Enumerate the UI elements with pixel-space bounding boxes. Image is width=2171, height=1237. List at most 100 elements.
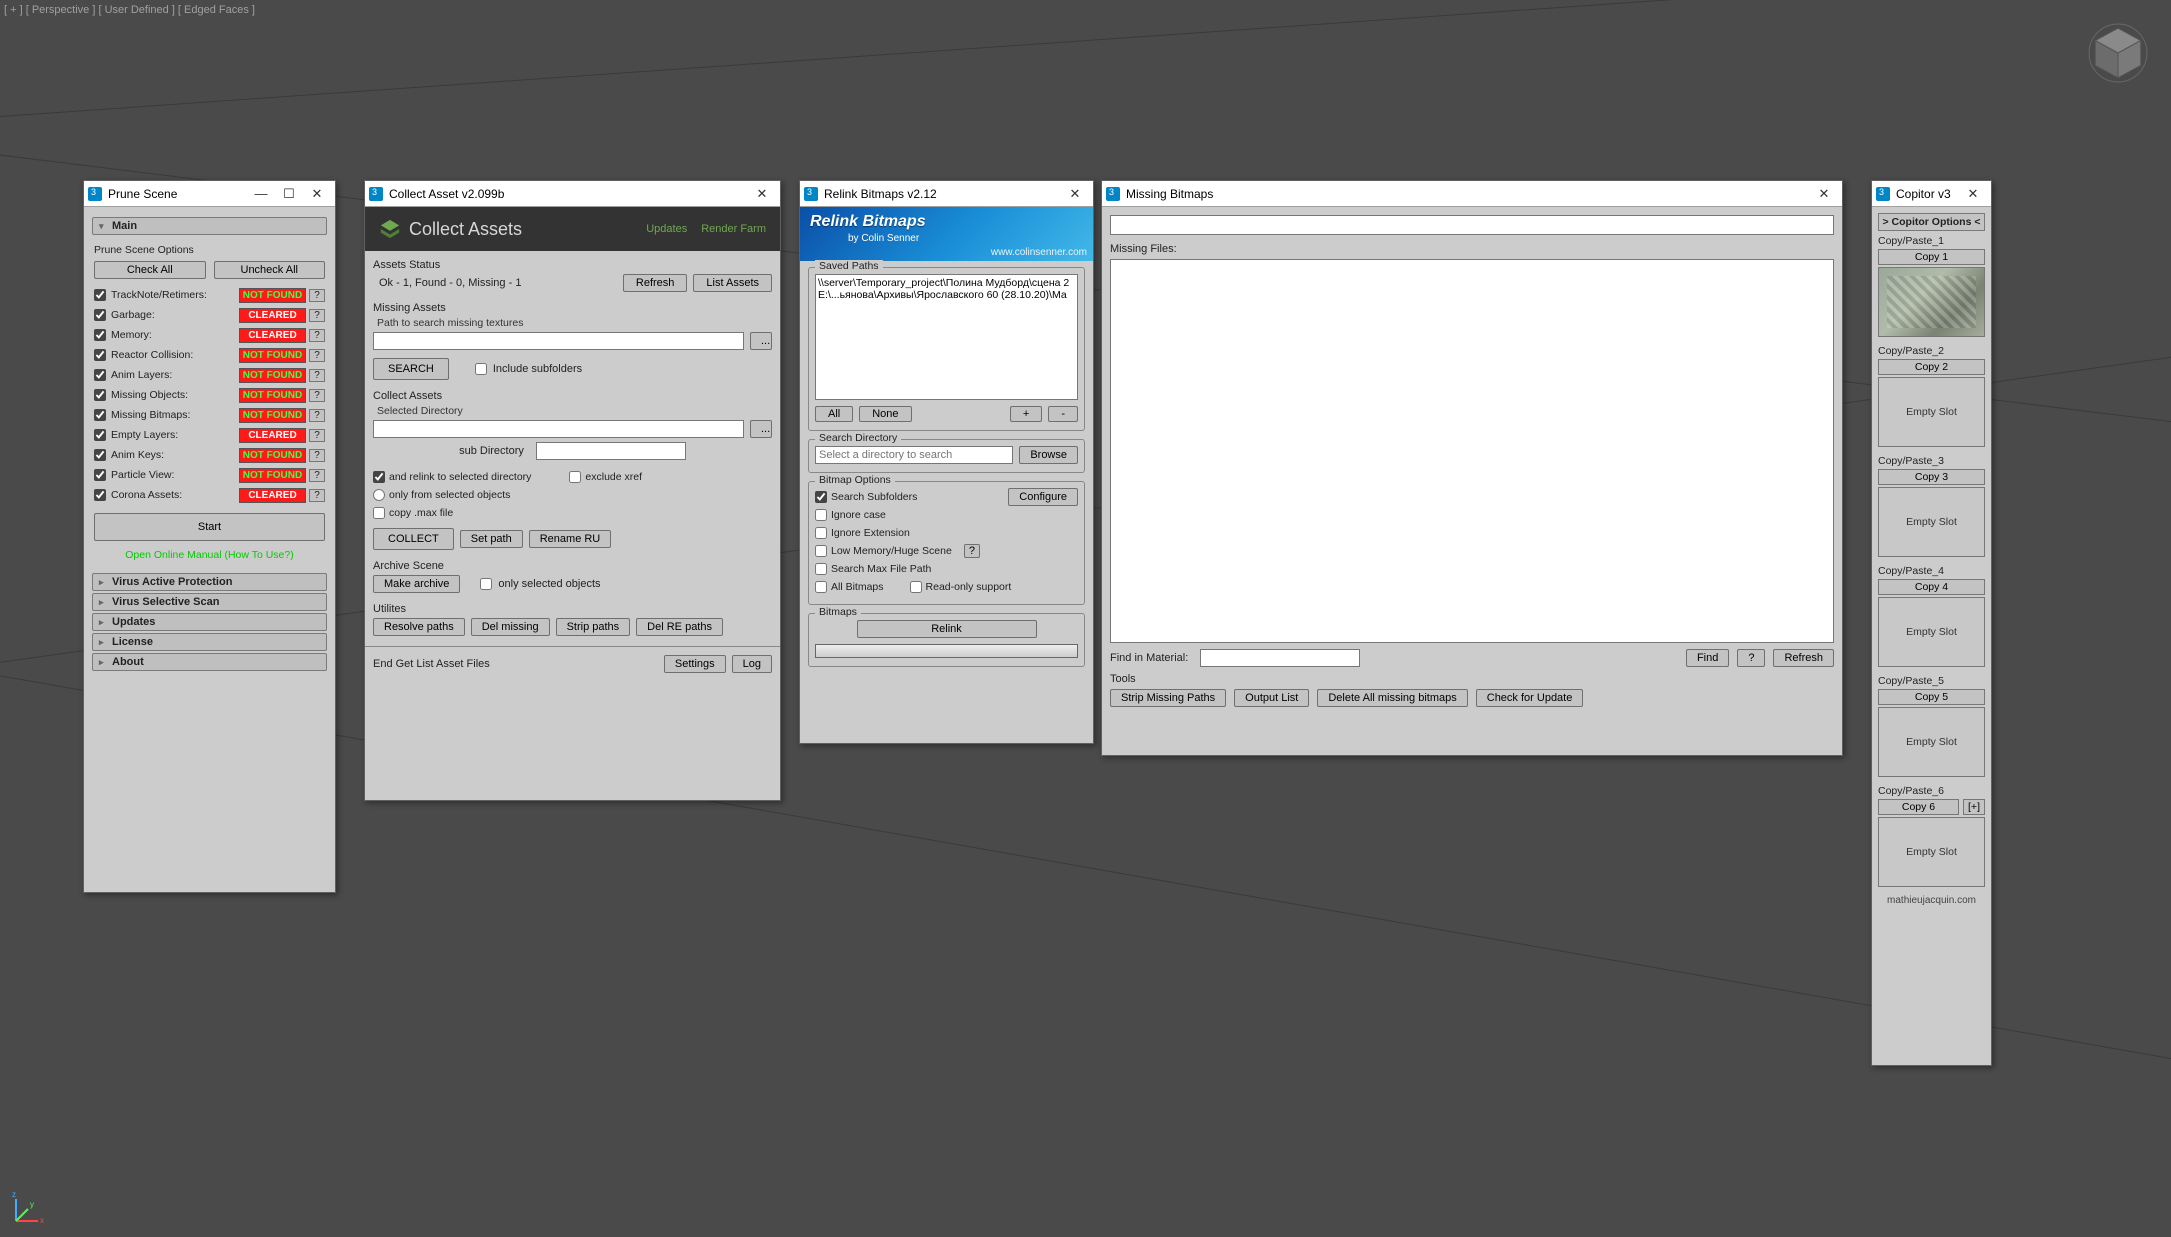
rollout-virus-selective[interactable]: ▸Virus Selective Scan bbox=[92, 593, 327, 611]
rollout-updates[interactable]: ▸Updates bbox=[92, 613, 327, 631]
help-button[interactable]: ? bbox=[964, 544, 980, 558]
start-button[interactable]: Start bbox=[94, 513, 325, 541]
option-checkbox[interactable] bbox=[94, 289, 106, 301]
output-list-button[interactable]: Output List bbox=[1234, 689, 1309, 707]
copy-max-checkbox[interactable] bbox=[373, 507, 385, 519]
copy-button[interactable]: Copy 2 bbox=[1878, 359, 1985, 375]
slot-thumbnail[interactable]: Empty Slot bbox=[1878, 817, 1985, 887]
collect-button[interactable]: COLLECT bbox=[373, 528, 454, 550]
list-item[interactable]: E:\...ьянова\Архивы\Ярославского 60 (28.… bbox=[818, 289, 1075, 301]
rollout-about[interactable]: ▸About bbox=[92, 653, 327, 671]
help-button[interactable]: ? bbox=[309, 309, 325, 322]
close-button[interactable]: ✕ bbox=[1061, 183, 1089, 205]
search-dir-input[interactable] bbox=[815, 446, 1013, 464]
viewcube-icon[interactable] bbox=[2087, 22, 2149, 84]
check-update-button[interactable]: Check for Update bbox=[1476, 689, 1584, 707]
option-checkbox[interactable] bbox=[94, 389, 106, 401]
help-button[interactable]: ? bbox=[309, 329, 325, 342]
render-farm-link[interactable]: Render Farm bbox=[701, 223, 766, 235]
option-checkbox[interactable] bbox=[94, 409, 106, 421]
search-button[interactable]: SEARCH bbox=[373, 358, 449, 380]
minimize-button[interactable]: — bbox=[247, 183, 275, 205]
slot-thumbnail[interactable]: Empty Slot bbox=[1878, 597, 1985, 667]
credit-link[interactable]: mathieujacquin.com bbox=[1878, 895, 1985, 906]
titlebar[interactable]: Collect Asset v2.099b ✕ bbox=[365, 181, 780, 207]
search-max-checkbox[interactable] bbox=[815, 563, 827, 575]
maximize-button[interactable]: ☐ bbox=[275, 183, 303, 205]
del-re-paths-button[interactable]: Del RE paths bbox=[636, 618, 723, 636]
rollout-license[interactable]: ▸License bbox=[92, 633, 327, 651]
refresh-button[interactable]: Refresh bbox=[1773, 649, 1834, 667]
find-material-input[interactable] bbox=[1200, 649, 1360, 667]
close-button[interactable]: ✕ bbox=[303, 183, 331, 205]
titlebar[interactable]: Missing Bitmaps ✕ bbox=[1102, 181, 1842, 207]
all-bitmaps-checkbox[interactable] bbox=[815, 581, 827, 593]
help-button[interactable]: ? bbox=[309, 349, 325, 362]
uncheck-all-button[interactable]: Uncheck All bbox=[214, 261, 326, 279]
make-archive-button[interactable]: Make archive bbox=[373, 575, 460, 593]
titlebar[interactable]: Copitor v3 ✕ bbox=[1872, 181, 1991, 207]
option-checkbox[interactable] bbox=[94, 329, 106, 341]
settings-button[interactable]: Settings bbox=[664, 655, 726, 673]
missing-path-input[interactable] bbox=[373, 332, 744, 350]
manual-link[interactable]: Open Online Manual (How To Use?) bbox=[94, 549, 325, 561]
delete-all-button[interactable]: Delete All missing bitmaps bbox=[1317, 689, 1467, 707]
help-button[interactable]: ? bbox=[309, 429, 325, 442]
help-button[interactable]: ? bbox=[309, 469, 325, 482]
copy-button[interactable]: Copy 3 bbox=[1878, 469, 1985, 485]
banner-url[interactable]: www.colinsenner.com bbox=[991, 247, 1087, 258]
none-button[interactable]: None bbox=[859, 406, 911, 422]
only-selected-radio[interactable] bbox=[373, 489, 385, 501]
all-button[interactable]: All bbox=[815, 406, 853, 422]
relink-checkbox[interactable] bbox=[373, 471, 385, 483]
add-path-button[interactable]: + bbox=[1010, 406, 1042, 422]
read-only-checkbox[interactable] bbox=[910, 581, 922, 593]
sub-dir-input[interactable] bbox=[536, 442, 686, 460]
option-checkbox[interactable] bbox=[94, 489, 106, 501]
rollout-main[interactable]: ▾Main bbox=[92, 217, 327, 235]
log-button[interactable]: Log bbox=[732, 655, 772, 673]
find-button[interactable]: Find bbox=[1686, 649, 1729, 667]
resolve-paths-button[interactable]: Resolve paths bbox=[373, 618, 465, 636]
add-slot-button[interactable]: [+] bbox=[1963, 799, 1985, 815]
updates-link[interactable]: Updates bbox=[646, 223, 687, 235]
titlebar[interactable]: Relink Bitmaps v2.12 ✕ bbox=[800, 181, 1093, 207]
slot-thumbnail[interactable]: Empty Slot bbox=[1878, 487, 1985, 557]
slot-thumbnail[interactable]: Empty Slot bbox=[1878, 707, 1985, 777]
copy-button[interactable]: Copy 6 bbox=[1878, 799, 1959, 815]
list-assets-button[interactable]: List Assets bbox=[693, 274, 772, 292]
help-button[interactable]: ? bbox=[309, 369, 325, 382]
check-all-button[interactable]: Check All bbox=[94, 261, 206, 279]
only-selected-objs-checkbox[interactable] bbox=[480, 578, 492, 590]
exclude-xref-checkbox[interactable] bbox=[569, 471, 581, 483]
option-checkbox[interactable] bbox=[94, 309, 106, 321]
option-checkbox[interactable] bbox=[94, 369, 106, 381]
viewport-label[interactable]: [ + ] [ Perspective ] [ User Defined ] [… bbox=[4, 4, 255, 16]
help-button[interactable]: ? bbox=[309, 289, 325, 302]
slot-thumbnail[interactable] bbox=[1878, 267, 1985, 337]
strip-paths-button[interactable]: Strip paths bbox=[556, 618, 631, 636]
remove-path-button[interactable]: - bbox=[1048, 406, 1078, 422]
low-mem-checkbox[interactable] bbox=[815, 545, 827, 557]
close-button[interactable]: ✕ bbox=[1959, 183, 1987, 205]
list-item[interactable]: \\server\Temporary_project\Полина Мудбор… bbox=[818, 277, 1075, 289]
rename-ru-button[interactable]: Rename RU bbox=[529, 530, 612, 548]
saved-paths-list[interactable]: \\server\Temporary_project\Полина Мудбор… bbox=[815, 274, 1078, 400]
titlebar[interactable]: Prune Scene — ☐ ✕ bbox=[84, 181, 335, 207]
option-checkbox[interactable] bbox=[94, 449, 106, 461]
del-missing-button[interactable]: Del missing bbox=[471, 618, 550, 636]
refresh-button[interactable]: Refresh bbox=[623, 274, 688, 292]
browse-button[interactable]: ... bbox=[750, 420, 772, 438]
ignore-case-checkbox[interactable] bbox=[815, 509, 827, 521]
missing-files-list[interactable] bbox=[1110, 259, 1834, 643]
option-checkbox[interactable] bbox=[94, 469, 106, 481]
help-button[interactable]: ? bbox=[309, 449, 325, 462]
search-subfolders-checkbox[interactable] bbox=[815, 491, 827, 503]
help-button[interactable]: ? bbox=[309, 489, 325, 502]
filter-input[interactable] bbox=[1110, 215, 1834, 235]
slot-thumbnail[interactable]: Empty Slot bbox=[1878, 377, 1985, 447]
ignore-ext-checkbox[interactable] bbox=[815, 527, 827, 539]
selected-dir-input[interactable] bbox=[373, 420, 744, 438]
close-button[interactable]: ✕ bbox=[1810, 183, 1838, 205]
rollout-virus-active[interactable]: ▸Virus Active Protection bbox=[92, 573, 327, 591]
